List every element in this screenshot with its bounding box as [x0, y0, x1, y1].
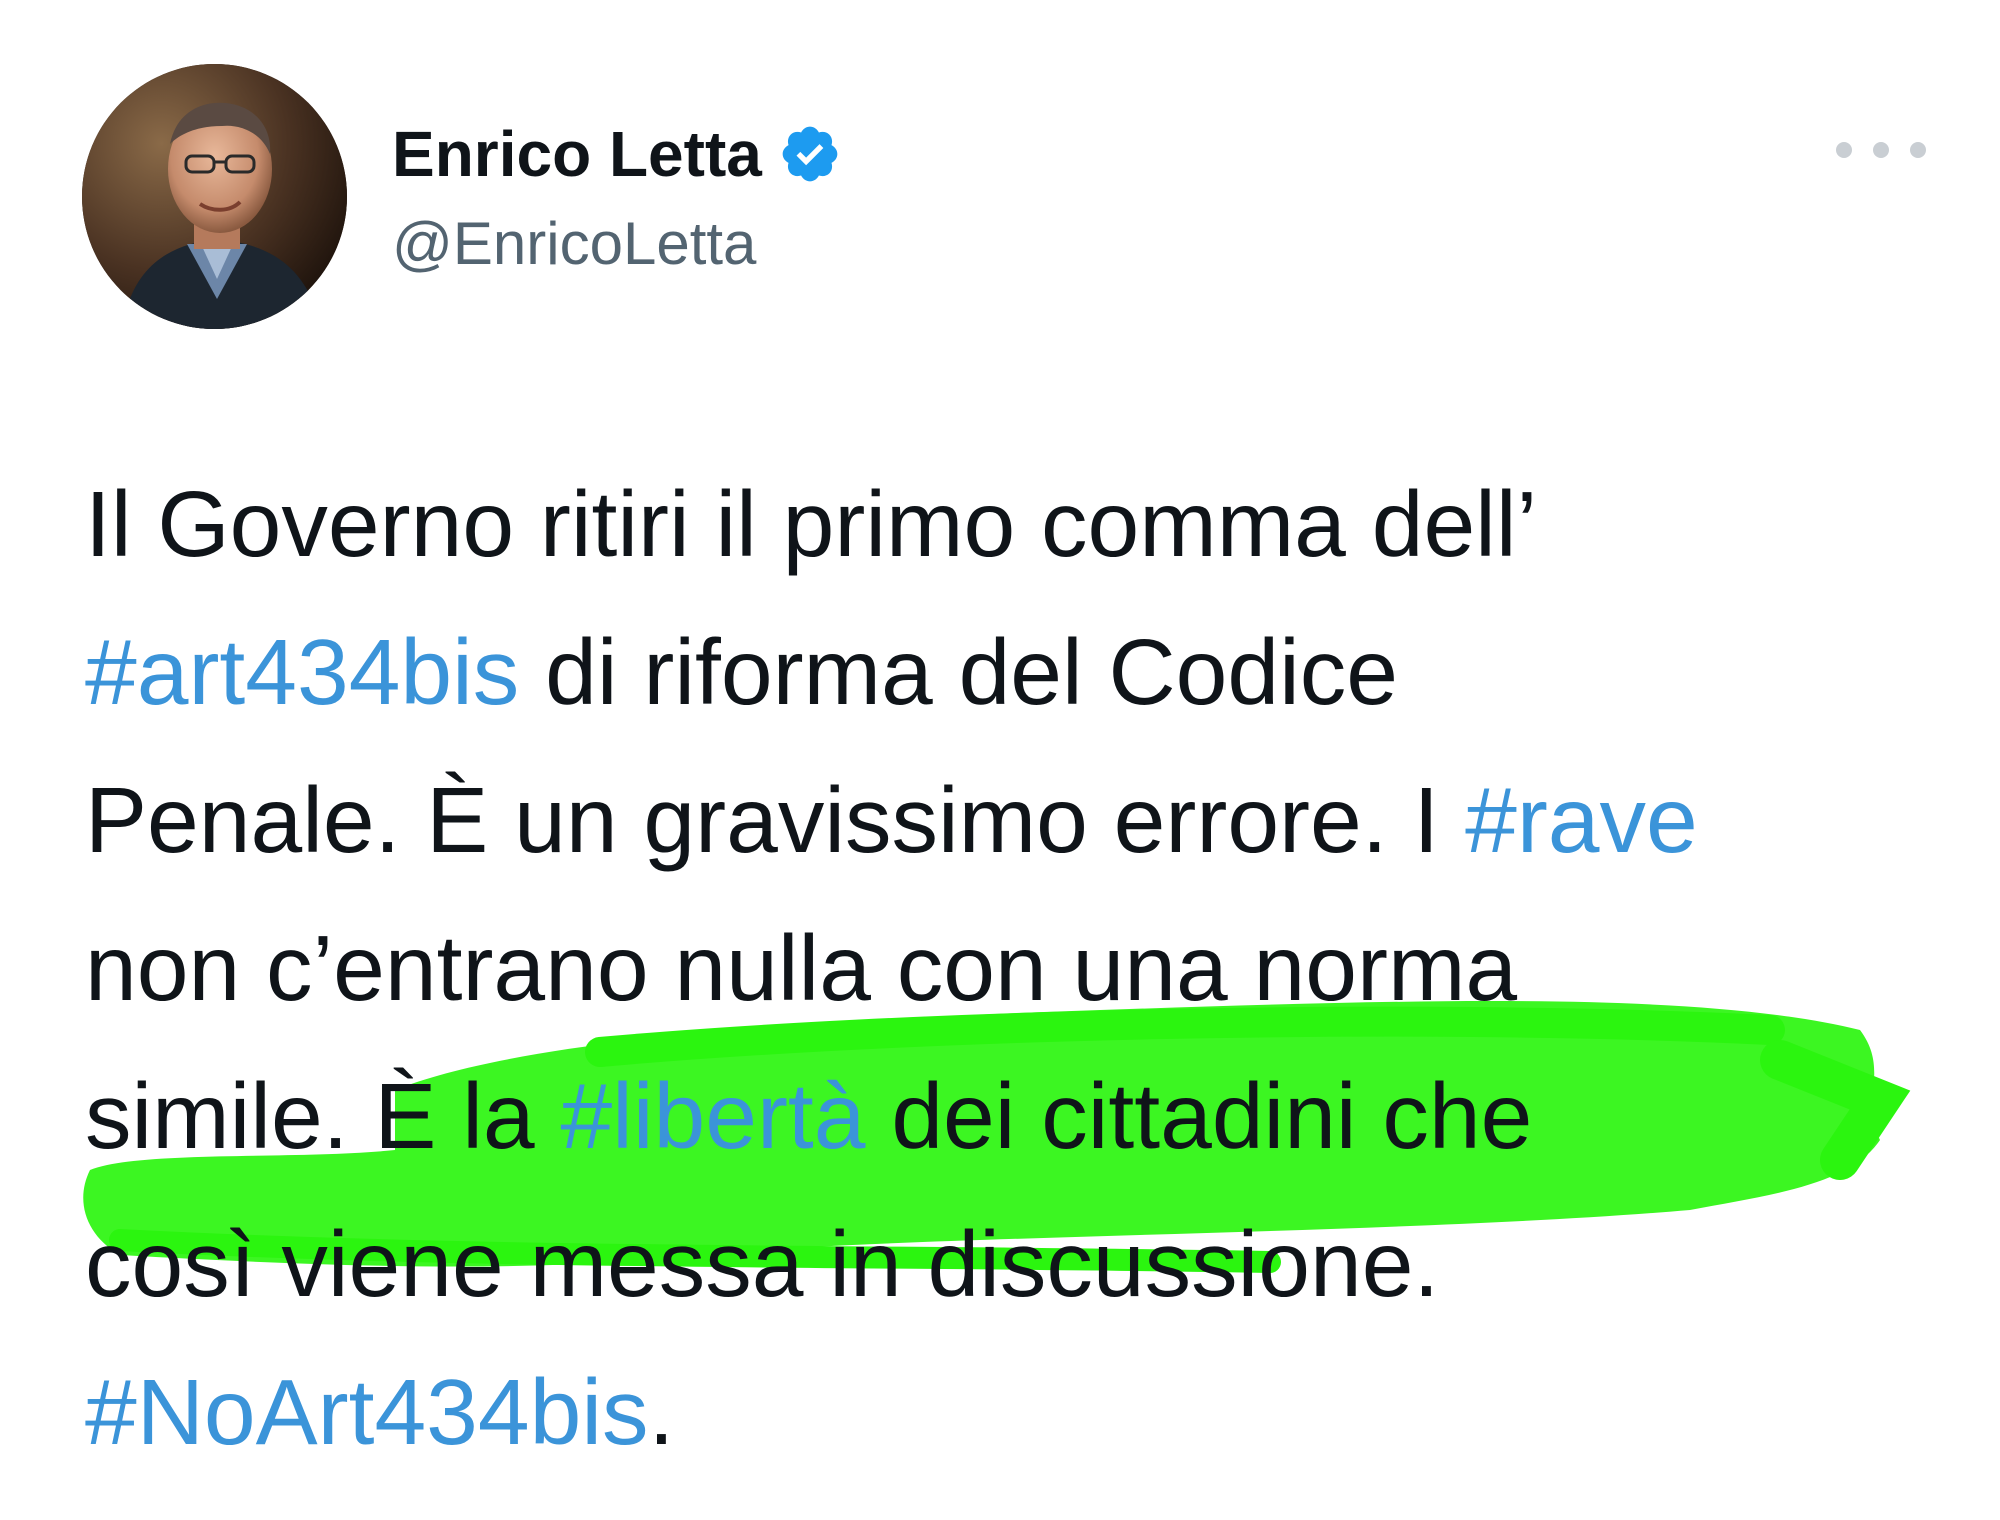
tweet-body: Il Governo ritiri il primo comma dell’ #a… [85, 450, 1965, 1486]
verified-badge-icon [778, 122, 842, 186]
tweet-text-line: Il Governo ritiri il primo comma dell’ [85, 450, 1965, 598]
tweet-text-segment: Penale. È un gravissimo errore. I [85, 768, 1466, 872]
tweet-text-line: #NoArt434bis. [85, 1338, 1965, 1486]
display-name-text: Enrico Letta [392, 118, 762, 190]
tweet-text-segment: . [648, 1360, 675, 1464]
tweet-text-segment: Il Governo ritiri il primo comma dell’ [85, 472, 1538, 576]
tweet-text-segment: di riforma del Codice [519, 620, 1398, 724]
tweet-text-line: Penale. È un gravissimo errore. I #rave [85, 746, 1965, 894]
tweet-text-line: non c’entrano nulla con una norma [85, 894, 1965, 1042]
ellipsis-icon [1836, 142, 1852, 158]
tweet-text-segment: simile. È la [85, 1064, 561, 1168]
more-options-button[interactable] [1836, 130, 1926, 170]
author-display-name[interactable]: Enrico Letta [392, 116, 842, 192]
hashtag-link[interactable]: #rave [1465, 768, 1698, 872]
tweet-text-segment: non c’entrano nulla con una norma [85, 916, 1518, 1020]
ellipsis-icon [1873, 142, 1889, 158]
author-handle[interactable]: @EnricoLetta [392, 208, 756, 280]
hashtag-link[interactable]: #libertà [560, 1064, 865, 1168]
hashtag-link[interactable]: #art434bis [85, 620, 519, 724]
profile-photo-icon [82, 64, 347, 329]
tweet-text-segment: dei cittadini che [865, 1064, 1533, 1168]
tweet-text-segment: così viene messa in discussione. [85, 1212, 1440, 1316]
tweet-text-line: #art434bis di riforma del Codice [85, 598, 1965, 746]
hashtag-link[interactable]: #NoArt434bis [85, 1360, 649, 1464]
tweet-card: Enrico Letta @EnricoLetta Il Governo rit… [0, 0, 2000, 1520]
tweet-text-line: così viene messa in discussione. [85, 1190, 1965, 1338]
ellipsis-icon [1910, 142, 1926, 158]
tweet-text-line: simile. È la #libertà dei cittadini che [85, 1042, 1965, 1190]
author-avatar[interactable] [82, 64, 347, 329]
